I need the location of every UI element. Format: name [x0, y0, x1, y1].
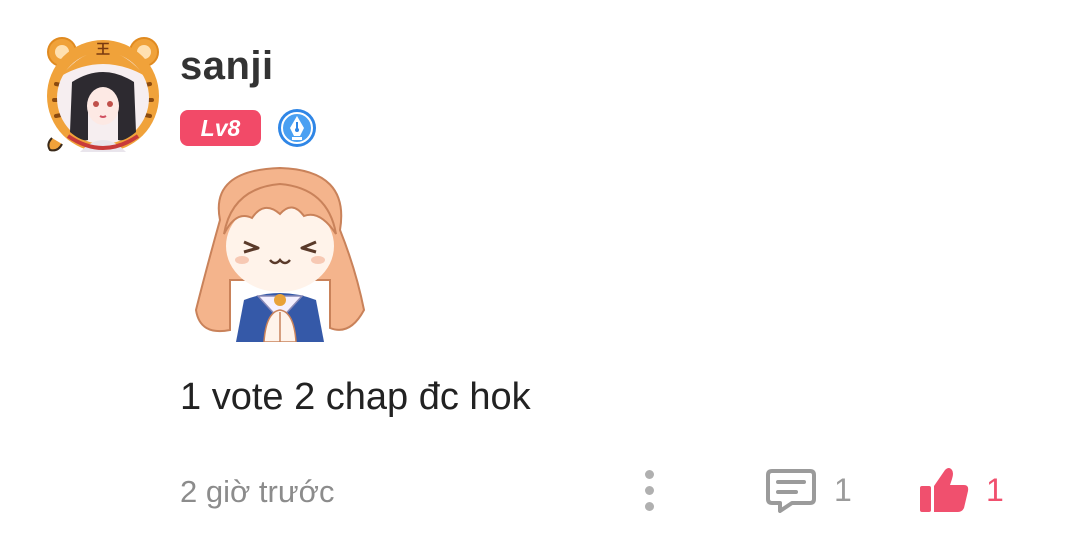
like-count: 1 — [986, 471, 1004, 508]
like-button[interactable]: 1 — [918, 464, 1004, 516]
thumbs-up-icon — [920, 468, 969, 512]
user-avatar[interactable]: 王 — [44, 32, 162, 156]
comment-card: 王 sanji Lv8 1 vote 2 chap đc hok 2 giờ t… — [0, 0, 1080, 545]
username[interactable]: sanji — [180, 44, 274, 89]
anime-girl-praying-sticker-icon — [194, 166, 366, 343]
comment-text: 1 vote 2 chap đc hok — [180, 376, 531, 418]
svg-text:王: 王 — [96, 42, 110, 58]
comment-timestamp: 2 giờ trước — [180, 474, 335, 509]
reply-button[interactable]: 1 — [766, 464, 852, 516]
tiger-hat-avatar-icon: 王 — [47, 37, 159, 152]
level-badge: Lv8 — [180, 110, 261, 146]
reply-count: 1 — [834, 471, 852, 508]
comment-bubble-icon — [766, 469, 816, 513]
comment-sticker — [180, 160, 380, 343]
more-vertical-icon — [644, 469, 654, 479]
author-badge — [277, 108, 317, 148]
fountain-pen-icon — [278, 109, 316, 147]
more-options-button[interactable] — [634, 466, 664, 514]
